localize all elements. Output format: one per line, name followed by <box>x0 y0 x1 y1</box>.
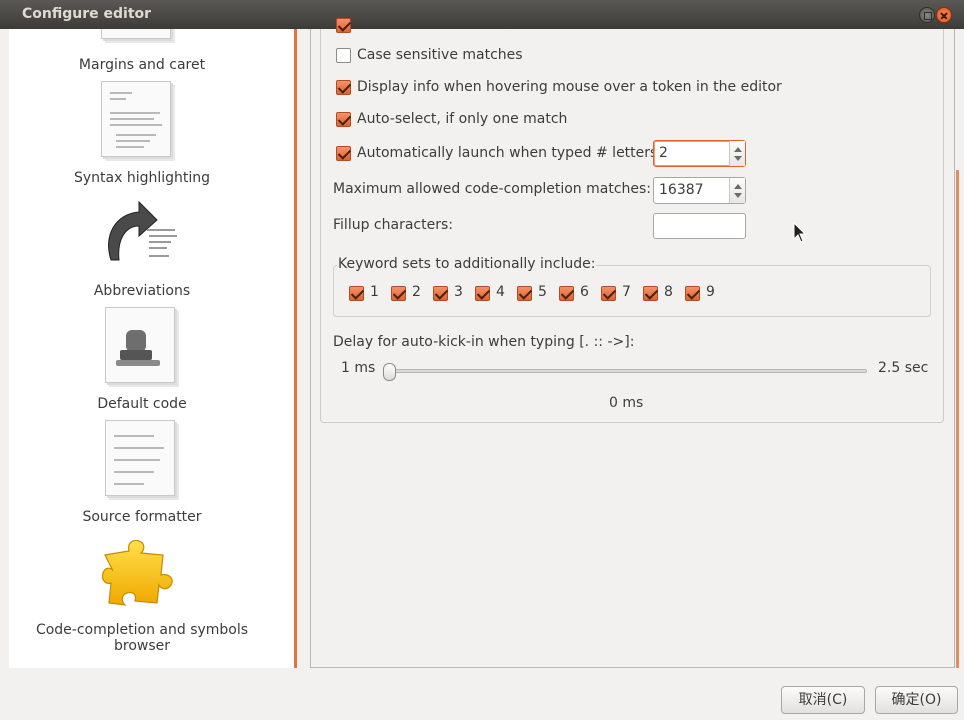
auto-select-checkbox[interactable] <box>336 112 351 127</box>
syntax-highlighting-icon <box>101 81 171 157</box>
delay-min-label: 1 ms <box>341 360 376 376</box>
sidebar-item-label: Default code <box>97 396 187 412</box>
keyword-set-2-checkbox[interactable] <box>391 286 406 301</box>
delay-max-label: 2.5 sec <box>878 360 929 376</box>
max-matches-label: Maximum allowed code-completion matches: <box>333 181 652 197</box>
panel-scrollbar[interactable] <box>956 170 959 668</box>
window-titlebar: Configure editor <box>0 0 964 29</box>
keyword-set-7-label: 7 <box>622 284 631 300</box>
auto-launch-arrows[interactable] <box>729 141 745 166</box>
keyword-set-5-label: 5 <box>538 284 547 300</box>
sidebar-divider <box>294 29 297 668</box>
keyword-set-9-checkbox[interactable] <box>685 286 700 301</box>
puzzle-piece-icon <box>101 537 181 609</box>
auto-launch-stepper[interactable]: 2 <box>653 140 746 167</box>
keyword-set-4-checkbox[interactable] <box>475 286 490 301</box>
delay-slider-track[interactable] <box>385 369 867 373</box>
hover-info-label: Display info when hovering mouse over a … <box>357 79 782 95</box>
sidebar-item-margins-caret[interactable]: Margins and caret <box>9 29 295 84</box>
maximize-icon[interactable] <box>919 7 935 23</box>
max-matches-value[interactable]: 16387 <box>659 182 704 198</box>
ok-button[interactable]: 确定(O) <box>875 686 958 714</box>
close-icon[interactable] <box>936 7 952 23</box>
category-sidebar[interactable]: Margins and caret Syntax highlighting Ab… <box>9 29 295 668</box>
max-matches-arrows[interactable] <box>729 178 745 203</box>
sidebar-item-label: Syntax highlighting <box>73 170 211 186</box>
window-title: Configure editor <box>22 6 152 22</box>
sidebar-item-default-code[interactable]: Default code <box>9 307 295 420</box>
cancel-button[interactable]: 取消(C) <box>781 686 865 714</box>
keyword-set-4-label: 4 <box>496 284 505 300</box>
keyword-set-8-checkbox[interactable] <box>643 286 658 301</box>
hover-info-checkbox[interactable] <box>336 80 351 95</box>
decrement-icon[interactable] <box>734 193 742 198</box>
increment-icon[interactable] <box>734 184 742 189</box>
sidebar-item-label: Abbreviations <box>93 283 191 299</box>
default-code-icon <box>105 307 175 383</box>
case-sensitive-checkbox[interactable] <box>336 48 351 63</box>
sidebar-item-label: Source formatter <box>82 509 202 525</box>
source-formatter-icon <box>105 420 175 496</box>
delay-label: Delay for auto-kick-in when typing [. ::… <box>333 334 635 350</box>
keyword-set-3-label: 3 <box>454 284 463 300</box>
decrement-icon[interactable] <box>734 156 742 161</box>
delay-slider-handle[interactable] <box>383 363 396 381</box>
increment-icon[interactable] <box>734 147 742 152</box>
fillup-label: Fillup characters: <box>333 217 453 233</box>
keyword-set-2-label: 2 <box>412 284 421 300</box>
keyword-set-1-checkbox[interactable] <box>349 286 364 301</box>
auto-launch-label: Automatically launch when typed # letter… <box>357 145 663 161</box>
margins-caret-icon <box>101 29 171 39</box>
delay-current-value: 0 ms <box>609 395 644 411</box>
auto-select-label: Auto-select, if only one match <box>357 111 568 127</box>
scrolled-option-checkbox[interactable] <box>336 18 351 33</box>
keyword-set-8-label: 8 <box>664 284 673 300</box>
keyword-set-7-checkbox[interactable] <box>601 286 616 301</box>
keyword-set-6-label: 6 <box>580 284 589 300</box>
sidebar-item-syntax-highlighting[interactable]: Syntax highlighting <box>9 81 295 194</box>
sidebar-item-code-completion[interactable]: Code-completion and symbols browser <box>9 533 295 654</box>
sidebar-item-label: Code-completion and symbols browser <box>35 622 249 654</box>
abbreviations-icon <box>97 196 187 272</box>
keyword-set-5-checkbox[interactable] <box>517 286 532 301</box>
keyword-sets-group <box>333 265 931 317</box>
auto-launch-value[interactable]: 2 <box>659 145 668 161</box>
auto-launch-checkbox[interactable] <box>336 146 351 161</box>
keyword-sets-label: Keyword sets to additionally include: <box>337 256 597 272</box>
sidebar-item-label: Margins and caret <box>78 57 206 73</box>
fillup-input[interactable] <box>653 213 746 239</box>
sidebar-item-source-formatter[interactable]: Source formatter <box>9 420 295 533</box>
case-sensitive-label: Case sensitive matches <box>357 47 523 63</box>
keyword-set-1-label: 1 <box>370 284 379 300</box>
keyword-set-6-checkbox[interactable] <box>559 286 574 301</box>
keyword-set-3-checkbox[interactable] <box>433 286 448 301</box>
max-matches-stepper[interactable]: 16387 <box>653 177 746 204</box>
sidebar-item-abbreviations[interactable]: Abbreviations <box>9 194 295 307</box>
keyword-set-9-label: 9 <box>706 284 715 300</box>
